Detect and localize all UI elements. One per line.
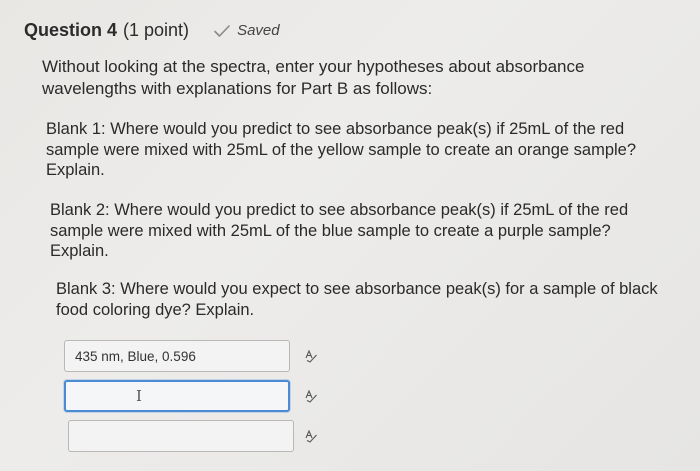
question-points: (1 point) [123,20,190,40]
answer-row-2: I [64,380,318,412]
blank-1-prompt: Blank 1: Where would you predict to see … [46,120,637,179]
question-title: Question 4 [24,20,118,40]
check-icon [214,24,230,37]
blank-3-prompt: Blank 3: Where would you expect to see a… [56,280,658,319]
blank-1-answer-input[interactable] [64,340,290,372]
saved-label: Saved [237,22,280,39]
spell-check-icon[interactable] [304,429,318,443]
question-intro: Without looking at the spectra, enter yo… [42,57,585,98]
spell-check-icon[interactable] [304,389,318,403]
saved-status: Saved [213,22,280,39]
blank-3-answer-input[interactable] [68,420,294,452]
blank-2-prompt: Blank 2: Where would you predict to see … [50,201,629,260]
question-header: Question 4 (1 point) Saved [24,20,280,41]
blank-2-answer-input[interactable] [64,380,290,412]
answer-row-1 [64,340,318,372]
spell-check-icon[interactable] [304,349,318,363]
answer-row-3 [64,420,318,452]
question-page: Question 4 (1 point) Saved Without looki… [0,0,700,471]
